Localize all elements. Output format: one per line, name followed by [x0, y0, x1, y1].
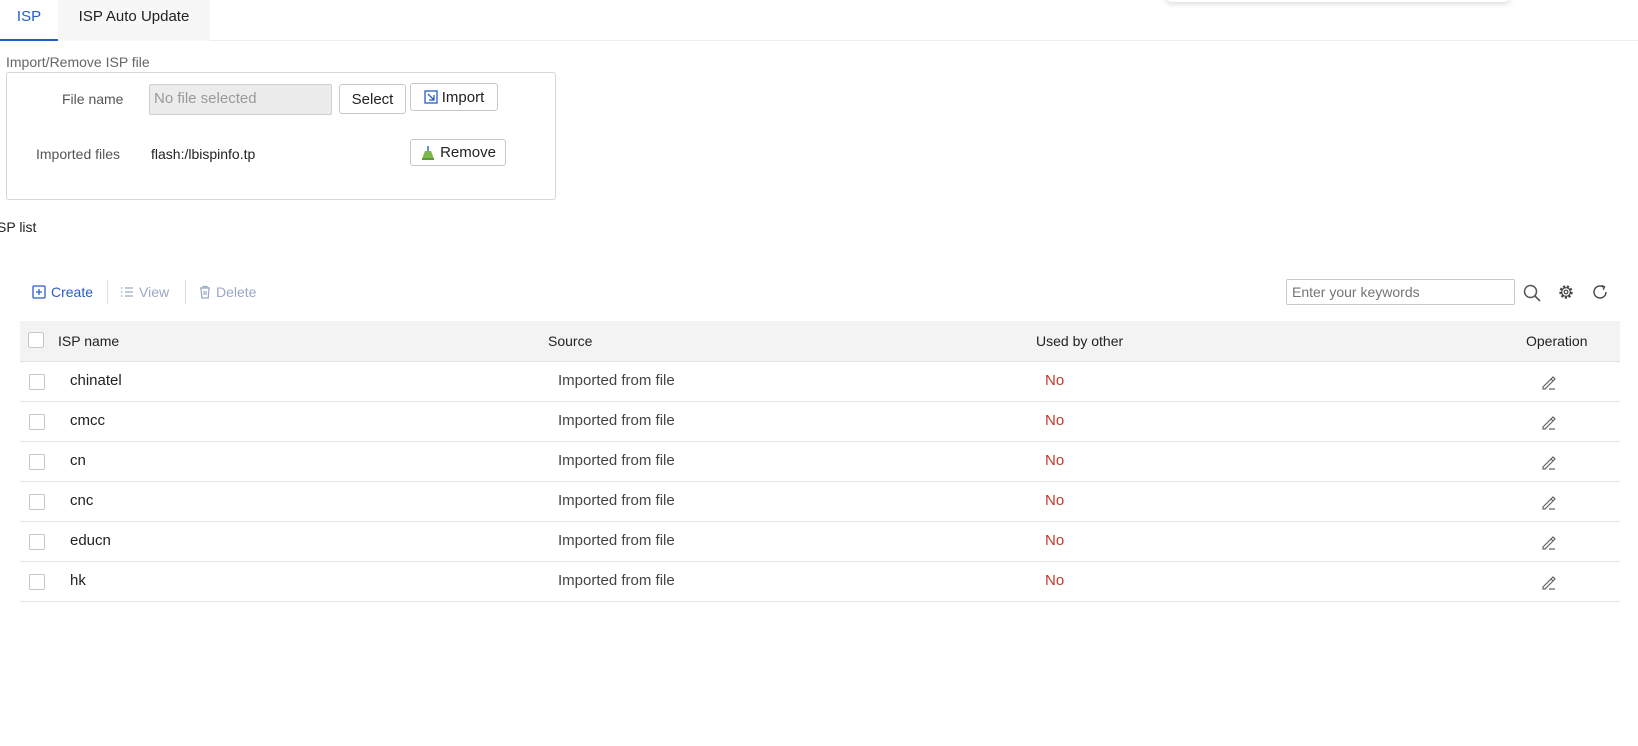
- table-header: ISP name Source Used by other Operation: [20, 321, 1620, 362]
- edit-icon[interactable]: [1540, 534, 1558, 552]
- isp-name-cell: cmcc: [70, 412, 105, 429]
- create-label: Create: [51, 284, 94, 300]
- table-row[interactable]: educn Imported from file No: [20, 522, 1620, 562]
- source-cell: Imported from file: [558, 372, 675, 389]
- delete-label: Delete: [216, 284, 257, 300]
- table-row[interactable]: hk Imported from file No: [20, 562, 1620, 602]
- view-label: View: [139, 284, 170, 300]
- select-label: Select: [351, 90, 394, 108]
- plus-box-icon: [32, 285, 46, 299]
- column-source[interactable]: Source: [548, 333, 592, 349]
- refresh-icon[interactable]: [1591, 283, 1609, 301]
- edit-icon[interactable]: [1540, 454, 1558, 472]
- import-group-title: Import/Remove ISP file: [6, 54, 150, 70]
- tab-bar: ISP ISP Auto Update: [0, 0, 1638, 41]
- used-by-other-cell: No: [1045, 412, 1065, 429]
- imported-files-label: Imported files: [36, 146, 121, 162]
- table-row[interactable]: cmcc Imported from file No: [20, 402, 1620, 442]
- table-row[interactable]: cnc Imported from file No: [20, 482, 1620, 522]
- import-icon: [424, 90, 438, 104]
- source-cell: Imported from file: [558, 572, 675, 589]
- search-input[interactable]: [1286, 279, 1515, 305]
- edit-icon[interactable]: [1540, 494, 1558, 512]
- source-cell: Imported from file: [558, 412, 675, 429]
- delete-button[interactable]: Delete: [199, 283, 256, 301]
- column-isp-name[interactable]: ISP name: [58, 333, 119, 349]
- create-button[interactable]: Create: [32, 283, 93, 301]
- file-name-input[interactable]: No file selected: [149, 84, 332, 115]
- remove-button[interactable]: Remove: [410, 139, 506, 166]
- search-icon[interactable]: [1522, 283, 1542, 303]
- row-checkbox[interactable]: [29, 454, 45, 470]
- table-row[interactable]: chinatel Imported from file No: [20, 362, 1620, 402]
- edit-icon[interactable]: [1540, 414, 1558, 432]
- table-row[interactable]: cn Imported from file No: [20, 442, 1620, 482]
- file-name-label: File name: [62, 91, 124, 107]
- row-checkbox[interactable]: [29, 534, 45, 550]
- remove-label: Remove: [440, 144, 496, 161]
- tab-isp[interactable]: ISP: [0, 0, 58, 41]
- toolbar-divider: [107, 280, 108, 304]
- import-label: Import: [441, 88, 485, 106]
- import-button[interactable]: Import: [410, 83, 498, 111]
- column-used-by-other[interactable]: Used by other: [1036, 333, 1123, 349]
- isp-list-title: SP list: [0, 219, 37, 235]
- view-button[interactable]: View: [120, 283, 169, 301]
- column-operation: Operation: [1526, 333, 1588, 349]
- popup-shadow: [1165, 0, 1511, 2]
- isp-name-cell: cn: [70, 452, 86, 469]
- used-by-other-cell: No: [1045, 452, 1065, 469]
- row-checkbox[interactable]: [29, 374, 45, 390]
- source-cell: Imported from file: [558, 452, 675, 469]
- list-icon: [121, 287, 133, 297]
- toolbar-divider: [185, 280, 186, 304]
- edit-icon[interactable]: [1540, 574, 1558, 592]
- gear-icon[interactable]: [1557, 283, 1575, 301]
- isp-name-cell: educn: [70, 532, 111, 549]
- edit-icon[interactable]: [1540, 374, 1558, 392]
- row-checkbox[interactable]: [29, 494, 45, 510]
- isp-name-cell: hk: [70, 572, 86, 589]
- tab-isp-auto-update[interactable]: ISP Auto Update: [58, 0, 210, 41]
- used-by-other-cell: No: [1045, 532, 1065, 549]
- imported-files-value: flash:/lbispinfo.tp: [151, 146, 256, 162]
- row-checkbox[interactable]: [29, 574, 45, 590]
- row-checkbox[interactable]: [29, 414, 45, 430]
- isp-name-cell: chinatel: [70, 372, 122, 389]
- source-cell: Imported from file: [558, 532, 675, 549]
- used-by-other-cell: No: [1045, 372, 1065, 389]
- used-by-other-cell: No: [1045, 492, 1065, 509]
- used-by-other-cell: No: [1045, 572, 1065, 589]
- source-cell: Imported from file: [558, 492, 675, 509]
- trash-icon: [200, 285, 210, 299]
- select-button[interactable]: Select: [339, 84, 406, 114]
- broom-icon: [422, 145, 435, 160]
- isp-name-cell: cnc: [70, 492, 94, 509]
- select-all-checkbox[interactable]: [28, 332, 44, 348]
